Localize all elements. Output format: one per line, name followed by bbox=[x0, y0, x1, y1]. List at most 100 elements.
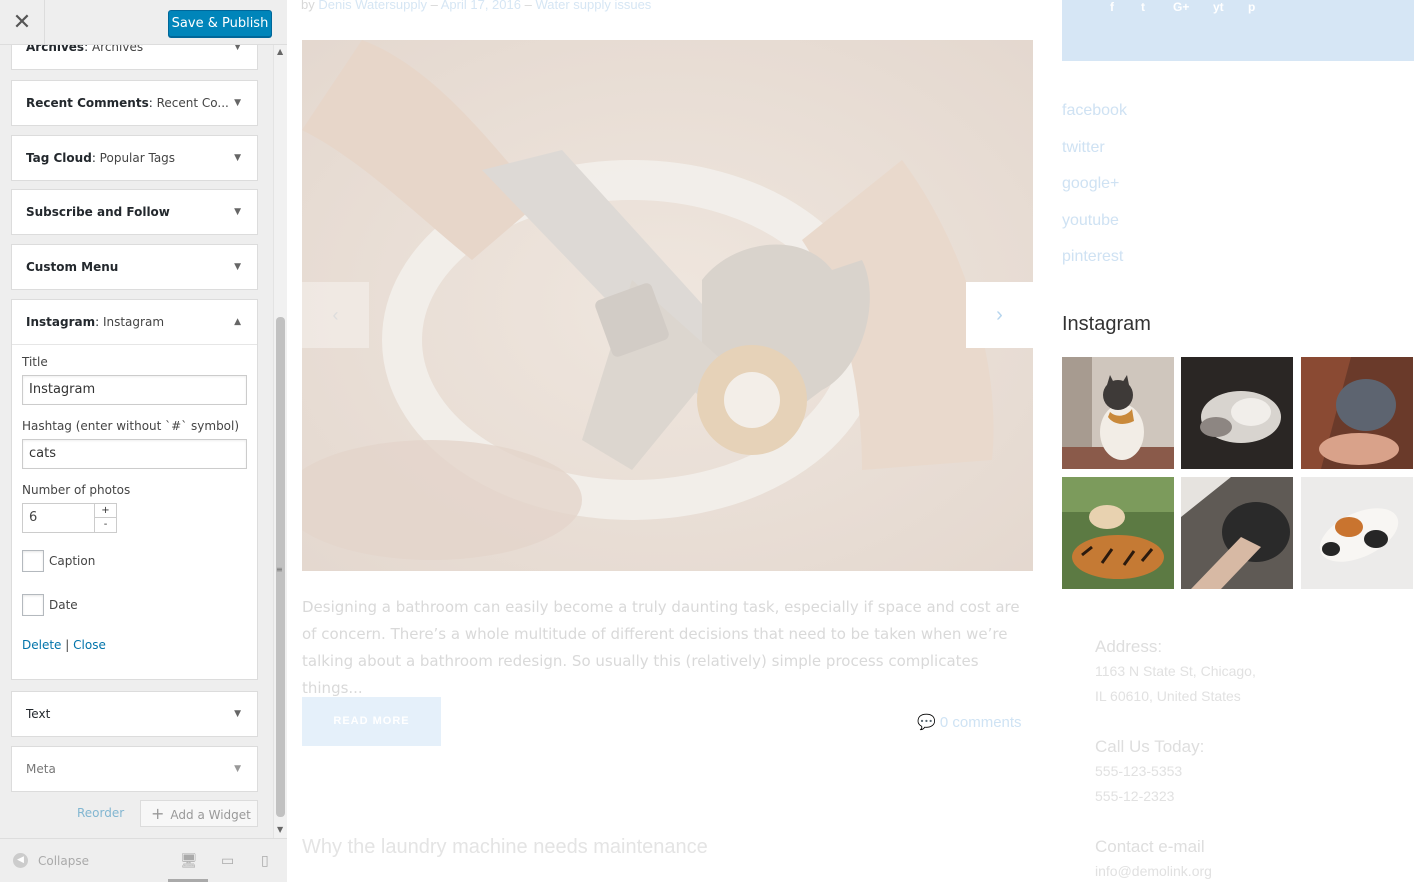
twitter-icon[interactable]: t bbox=[1141, 0, 1145, 14]
expand-arrow-icon[interactable]: ▼ bbox=[234, 136, 241, 180]
widget-subtitle: Recent Co... bbox=[156, 96, 229, 110]
reorder-link[interactable]: Reorder bbox=[77, 806, 124, 820]
collapse-button[interactable]: Collapse bbox=[38, 854, 89, 868]
post-excerpt: Designing a bathroom can easily become a… bbox=[302, 598, 1020, 697]
mobile-preview-icon[interactable]: ▯ bbox=[261, 853, 269, 869]
hashtag-input[interactable]: cats bbox=[22, 439, 247, 469]
cat-photo bbox=[1062, 357, 1174, 469]
instagram-photo[interactable] bbox=[1301, 477, 1413, 589]
photos-number-input[interactable]: 6 + - bbox=[22, 503, 117, 533]
date-label: Date bbox=[49, 598, 78, 612]
customizer-sidebar: ✕ Save & Publish Archives: Archives ▼ Re… bbox=[0, 0, 287, 882]
photos-value: 6 bbox=[29, 510, 38, 525]
instagram-photo[interactable] bbox=[1301, 357, 1413, 469]
expand-arrow-icon[interactable]: ▼ bbox=[234, 747, 241, 791]
widget-area-actions: Reorder + Add a Widget bbox=[0, 800, 287, 830]
widget-meta[interactable]: Meta ▼ bbox=[11, 746, 258, 792]
photos-stepper[interactable]: + - bbox=[94, 504, 116, 532]
save-publish-button[interactable]: Save & Publish bbox=[168, 10, 272, 37]
cat-photo bbox=[1181, 357, 1293, 469]
pinterest-link[interactable]: pinterest bbox=[1062, 248, 1127, 285]
next-post-title[interactable]: Why the laundry machine needs maintenanc… bbox=[302, 836, 708, 859]
widget-header[interactable]: Text ▼ bbox=[12, 692, 257, 736]
widget-list: Archives: Archives ▼ Recent Comments: Re… bbox=[0, 45, 287, 837]
social-links-list: facebook twitter google+ youtube pintere… bbox=[1062, 102, 1127, 285]
phone-1: 555-123-5353 bbox=[1095, 763, 1183, 779]
tiger-photo bbox=[1062, 477, 1174, 589]
read-more-button[interactable]: READ MORE bbox=[302, 697, 441, 746]
desktop-preview-icon[interactable]: 🖥 bbox=[180, 853, 198, 869]
post-date-link[interactable]: April 17, 2016 bbox=[441, 0, 521, 12]
comments-count: 0 comments bbox=[939, 714, 1022, 731]
delete-link[interactable]: Delete bbox=[22, 638, 61, 652]
post-category-link[interactable]: Water supply issues bbox=[535, 0, 651, 12]
increment-button[interactable]: + bbox=[95, 504, 116, 518]
expand-arrow-icon[interactable]: ▼ bbox=[234, 692, 241, 736]
call-label: Call Us Today: bbox=[1095, 737, 1205, 756]
widget-header[interactable]: Custom Menu ▼ bbox=[12, 245, 257, 289]
youtube-link[interactable]: youtube bbox=[1062, 212, 1127, 249]
expand-arrow-icon[interactable]: ▼ bbox=[234, 81, 241, 125]
google-plus-icon[interactable]: G+ bbox=[1173, 0, 1189, 14]
social-icons-box: f t G+ yt p bbox=[1062, 0, 1414, 61]
widget-title: Tag Cloud bbox=[26, 151, 92, 165]
hashtag-label: Hashtag (enter without `#` symbol) bbox=[22, 419, 240, 433]
collapse-icon[interactable]: ◀ bbox=[13, 853, 28, 868]
facebook-link[interactable]: facebook bbox=[1062, 102, 1127, 139]
widget-recent-comments[interactable]: Recent Comments: Recent Co... ▼ bbox=[11, 80, 258, 126]
instagram-photo[interactable] bbox=[1062, 357, 1174, 469]
post-meta: by Denis Watersupply – April 17, 2016 – … bbox=[301, 0, 651, 12]
widget-instagram[interactable]: Instagram: Instagram ▲ Title Instagram H… bbox=[11, 299, 258, 680]
date-checkbox[interactable] bbox=[22, 594, 44, 616]
widget-title: Text bbox=[26, 707, 51, 721]
title-label: Title bbox=[22, 355, 48, 369]
tablet-preview-icon[interactable]: ▭ bbox=[221, 853, 234, 869]
post-meta-separator: – bbox=[524, 0, 532, 12]
youtube-icon[interactable]: yt bbox=[1213, 0, 1224, 14]
contact-info: Address: 1163 N State St, Chicago, IL 60… bbox=[1095, 634, 1256, 882]
title-input[interactable]: Instagram bbox=[22, 375, 247, 405]
twitter-link[interactable]: twitter bbox=[1062, 139, 1127, 176]
widget-text[interactable]: Text ▼ bbox=[11, 691, 258, 737]
comment-icon: 💬 bbox=[917, 714, 936, 731]
email-link[interactable]: info@demolink.org bbox=[1095, 859, 1256, 882]
decrement-button[interactable]: - bbox=[95, 518, 116, 532]
slider-next-button[interactable]: › bbox=[966, 282, 1033, 348]
widget-header[interactable]: Subscribe and Follow ▼ bbox=[12, 190, 257, 234]
instagram-widget-title: Instagram bbox=[1062, 313, 1151, 335]
close-icon[interactable]: ✕ bbox=[0, 0, 45, 45]
widget-subtitle: Archives bbox=[91, 45, 144, 54]
widget-title: Recent Comments bbox=[26, 96, 149, 110]
widget-tag-cloud[interactable]: Tag Cloud: Popular Tags ▼ bbox=[11, 135, 258, 181]
widget-header[interactable]: Instagram: Instagram ▲ bbox=[12, 300, 257, 344]
post-meta-separator: – bbox=[430, 0, 438, 12]
scroll-down-icon[interactable]: ▼ bbox=[277, 825, 283, 834]
add-widget-button[interactable]: + Add a Widget bbox=[140, 800, 258, 827]
facebook-icon[interactable]: f bbox=[1110, 0, 1114, 14]
widget-custom-menu[interactable]: Custom Menu ▼ bbox=[11, 244, 258, 290]
pinterest-icon[interactable]: p bbox=[1248, 0, 1255, 14]
widget-archives[interactable]: Archives: Archives ▼ bbox=[11, 45, 258, 70]
widget-header[interactable]: Tag Cloud: Popular Tags ▼ bbox=[12, 136, 257, 180]
expand-arrow-icon[interactable]: ▼ bbox=[234, 45, 241, 69]
collapse-arrow-icon[interactable]: ▲ bbox=[234, 300, 241, 344]
widget-header[interactable]: Recent Comments: Recent Co... ▼ bbox=[12, 81, 257, 125]
widget-subscribe-follow[interactable]: Subscribe and Follow ▼ bbox=[11, 189, 258, 235]
date-row: Date bbox=[22, 583, 247, 627]
expand-arrow-icon[interactable]: ▼ bbox=[234, 245, 241, 289]
widget-header[interactable]: Archives: Archives ▼ bbox=[12, 45, 257, 69]
scroll-up-icon[interactable]: ▲ bbox=[277, 47, 283, 56]
post-author-link[interactable]: Denis Watersupply bbox=[318, 0, 427, 12]
instagram-photo[interactable] bbox=[1181, 477, 1293, 589]
plus-icon: + bbox=[151, 804, 165, 823]
close-link[interactable]: Close bbox=[73, 638, 106, 652]
caption-checkbox[interactable] bbox=[22, 550, 44, 572]
instagram-photo[interactable] bbox=[1062, 477, 1174, 589]
instagram-photo[interactable] bbox=[1181, 357, 1293, 469]
google-plus-link[interactable]: google+ bbox=[1062, 175, 1127, 212]
comments-link[interactable]: 💬 0 comments bbox=[917, 713, 1022, 731]
sidebar-scrollbar[interactable]: ▲ ≡ ▼ bbox=[273, 45, 287, 838]
expand-arrow-icon[interactable]: ▼ bbox=[234, 190, 241, 234]
widget-header[interactable]: Meta ▼ bbox=[12, 747, 257, 791]
slider-prev-button[interactable]: ‹ bbox=[302, 282, 369, 348]
